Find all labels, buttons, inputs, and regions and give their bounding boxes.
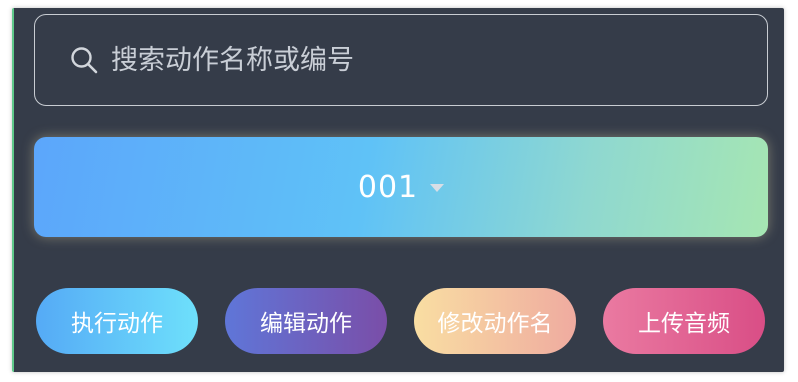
selected-action-number: 001 xyxy=(357,169,419,205)
action-button-row: 执行动作 编辑动作 修改动作名 上传音频 xyxy=(34,288,768,354)
edit-action-button[interactable]: 编辑动作 xyxy=(225,288,387,354)
action-select-dropdown[interactable]: 001 xyxy=(34,137,768,237)
search-icon xyxy=(71,47,98,74)
rename-action-button[interactable]: 修改动作名 xyxy=(414,288,576,354)
caret-down-icon xyxy=(430,184,445,192)
upload-audio-button[interactable]: 上传音频 xyxy=(603,288,765,354)
execute-action-button[interactable]: 执行动作 xyxy=(36,288,198,354)
action-panel: 001 执行动作 编辑动作 修改动作名 上传音频 xyxy=(12,8,784,372)
search-box[interactable] xyxy=(34,14,768,106)
search-input[interactable] xyxy=(109,30,709,90)
